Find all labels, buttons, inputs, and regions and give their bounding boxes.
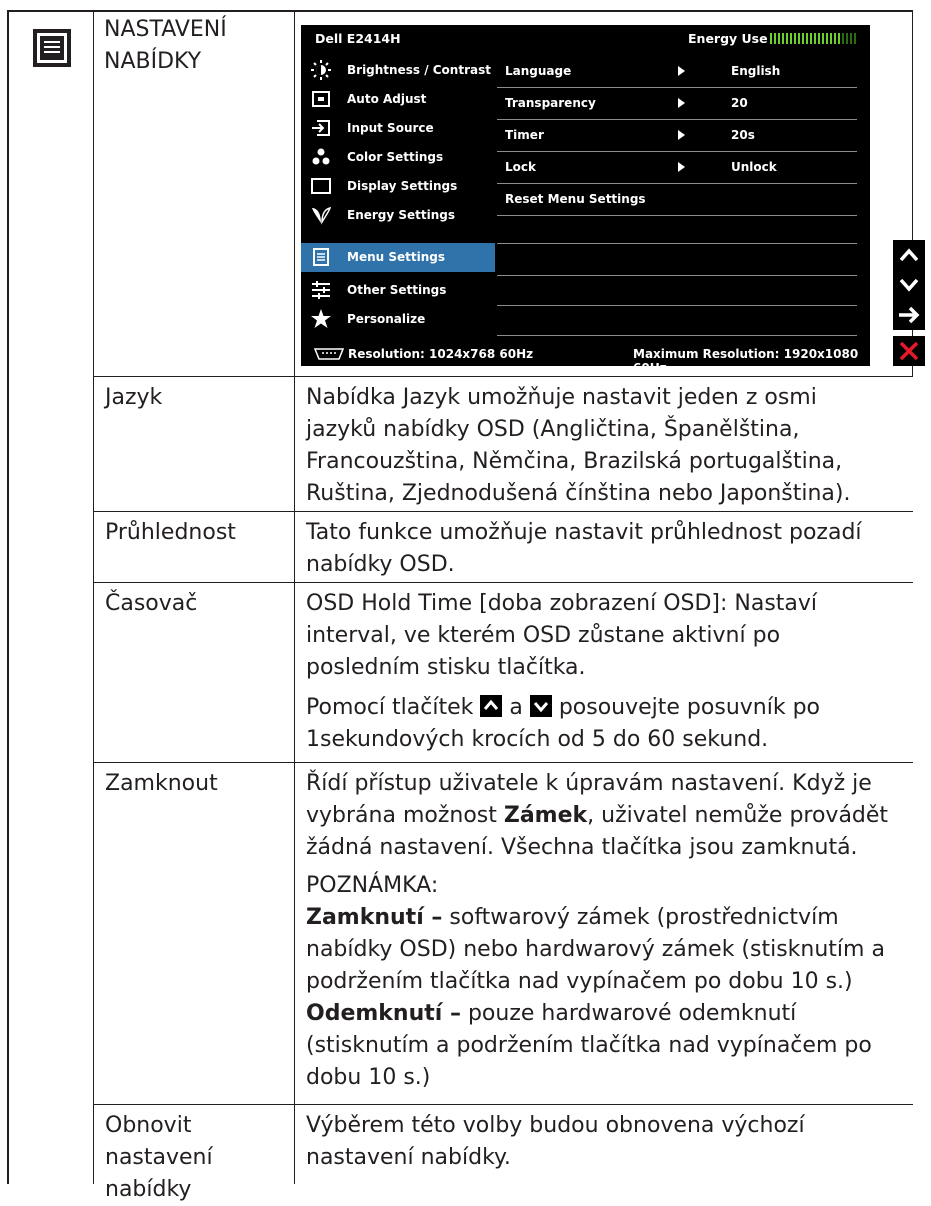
menu-settings-icon: [313, 248, 329, 266]
row-divider: [93, 1104, 913, 1105]
osd-item-label: Other Settings: [347, 283, 447, 297]
up-button[interactable]: [893, 240, 925, 270]
osd-item-label: Personalize: [347, 312, 426, 326]
osd-item-auto-adjust[interactable]: Auto Adjust: [301, 85, 495, 114]
row-desc-zamknout: Řídí přístup uživatele k úpravám nastave…: [306, 771, 889, 1090]
osd-item-label: Menu Settings: [347, 250, 445, 264]
osd-footer: Resolution: 1024x768 60Hz Maximum Resolu…: [301, 343, 870, 375]
table-col-divider-1: [93, 10, 94, 1184]
osd-row-reset[interactable]: Reset Menu Settings: [495, 184, 859, 217]
osd-item-display-settings[interactable]: Display Settings: [301, 172, 495, 201]
osd-item-label: Energy Settings: [347, 208, 456, 222]
osd-model-name: Dell E2414H: [315, 31, 401, 46]
row-desc-pruhlednost: Tato funkce umožňuje nastavit průhlednos…: [306, 520, 862, 577]
up-arrow-icon: [899, 248, 919, 262]
osd-item-other-settings[interactable]: Other Settings: [301, 276, 495, 305]
menu-list-icon: [33, 29, 71, 67]
osd-item-menu-settings[interactable]: Menu Settings: [301, 243, 495, 272]
osd-item-label: Auto Adjust: [347, 92, 427, 106]
osd-item-personalize[interactable]: Personalize: [301, 305, 495, 334]
osd-item-label: Color Settings: [347, 150, 444, 164]
row-divider: [93, 582, 913, 583]
osd-row-value: 20s: [731, 128, 755, 142]
osd-row-language[interactable]: Language English: [495, 56, 859, 89]
osd-separator: [497, 275, 857, 276]
table-col-divider-2: [294, 10, 295, 1184]
arrow-right-icon: [678, 98, 685, 108]
energy-meter-icon: [770, 33, 856, 44]
down-arrow-icon: [899, 278, 919, 292]
osd-item-input-source[interactable]: Input Source: [301, 114, 495, 143]
auto-adjust-icon: [312, 91, 330, 107]
arrow-right-icon: [678, 162, 685, 172]
osd-separator: [497, 215, 857, 216]
section-title: NASTAVENÍ NABÍDKY: [104, 17, 227, 74]
row-divider: [93, 762, 913, 763]
note-title: POZNÁMKA:: [306, 873, 439, 898]
row-label-casovac: Časovač: [105, 591, 198, 616]
row-desc-obnovit: Výběrem této volby budou obnovena výchoz…: [306, 1113, 805, 1170]
star-icon: [311, 309, 331, 328]
osd-resolution: Resolution: 1024x768 60Hz: [348, 347, 534, 361]
table-left-border: [7, 10, 9, 1184]
osd-row-name: Language: [505, 64, 572, 78]
osd-menu-screenshot: Dell E2414H Energy Use Brightness / Cont…: [301, 25, 870, 375]
osd-row-name: Lock: [505, 160, 536, 174]
exit-button[interactable]: [893, 336, 925, 366]
row-divider: [93, 511, 913, 512]
up-arrow-icon: [480, 695, 503, 717]
arrow-right-icon: [678, 130, 685, 140]
right-arrow-icon: [899, 306, 920, 324]
row-label-jazyk: Jazyk: [105, 385, 163, 410]
row-label-obnovit: Obnovit nastavení nabídky: [105, 1113, 213, 1202]
down-arrow-icon: [529, 695, 552, 717]
enter-button[interactable]: [893, 300, 925, 330]
display-settings-icon: [311, 178, 331, 194]
energy-settings-icon: [312, 207, 331, 225]
osd-row-name: Reset Menu Settings: [505, 192, 646, 206]
close-x-icon: [899, 341, 919, 361]
color-settings-icon: [312, 148, 330, 165]
osd-item-color-settings[interactable]: Color Settings: [301, 143, 495, 172]
monitor-port-icon: [313, 348, 345, 360]
osd-item-label: Brightness / Contrast: [347, 63, 491, 77]
osd-row-lock[interactable]: Lock Unlock: [495, 152, 859, 185]
osd-energy-label: Energy Use: [688, 31, 768, 46]
osd-separator: [497, 335, 857, 336]
row-desc-casovac: OSD Hold Time [doba zobrazení OSD]: Nast…: [306, 591, 820, 752]
osd-row-value: English: [731, 64, 781, 78]
osd-row-value: 20: [731, 96, 748, 110]
row-label-zamknout: Zamknout: [105, 771, 218, 796]
other-settings-icon: [312, 281, 330, 299]
input-source-icon: [312, 120, 330, 136]
osd-row-transparency[interactable]: Transparency 20: [495, 88, 859, 121]
row-label-pruhlednost: Průhlednost: [105, 520, 236, 545]
osd-separator: [497, 305, 857, 306]
arrow-right-icon: [678, 66, 685, 76]
brightness-icon: [311, 60, 331, 80]
down-button[interactable]: [893, 270, 925, 300]
row-desc-jazyk: Nabídka Jazyk umožňuje nastavit jeden z …: [306, 385, 851, 506]
row-divider: [93, 376, 913, 377]
osd-item-brightness[interactable]: Brightness / Contrast: [301, 56, 495, 85]
osd-row-timer[interactable]: Timer 20s: [495, 120, 859, 153]
table-top-border: [7, 10, 913, 12]
osd-separator: [497, 243, 857, 244]
osd-item-label: Input Source: [347, 121, 434, 135]
osd-row-value: Unlock: [731, 160, 777, 174]
osd-item-energy-settings[interactable]: Energy Settings: [301, 201, 495, 230]
osd-item-label: Display Settings: [347, 179, 458, 193]
osd-max-resolution: Maximum Resolution: 1920x1080 60Hz: [633, 347, 859, 375]
osd-row-name: Timer: [505, 128, 544, 142]
osd-row-name: Transparency: [505, 96, 596, 110]
